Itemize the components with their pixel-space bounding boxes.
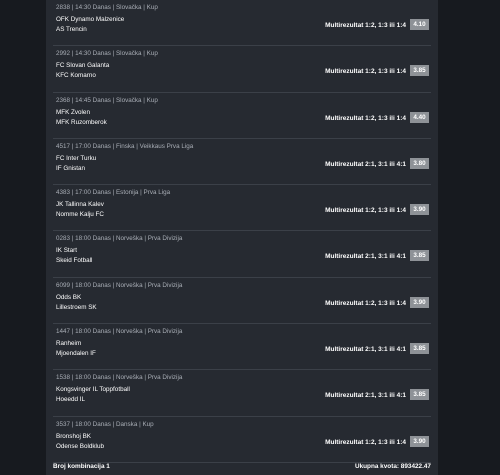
odd-badge[interactable]: 3.90 <box>410 204 429 216</box>
odd-badge[interactable]: 3.90 <box>410 435 429 447</box>
bet-type: Multirezultat 2:1, 3:1 ili 4:1 <box>325 392 406 400</box>
total-odds: Ukupna kvota: 893422.47 <box>354 463 431 470</box>
bet-type: Multirezultat 1:2, 1:3 ili 1:4 <box>325 438 406 446</box>
away-team: Odense Boldklub <box>56 442 104 450</box>
home-team: JK Tallinna Kalev <box>56 201 104 209</box>
bet-type: Multirezultat 1:2, 1:3 ili 1:4 <box>325 22 406 29</box>
home-team: MFK Zvolen <box>56 108 90 116</box>
match-row[interactable]: 3537 | 18:00 Danas | Danska | Kup Bronsho… <box>53 417 431 463</box>
match-meta: 2992 | 14:30 Danas | Slovačka | Kup <box>56 50 158 58</box>
odd-badge[interactable]: 3.85 <box>410 250 429 262</box>
match-meta: 2838 | 14:30 Danas | Slovačka | Kup <box>56 4 158 11</box>
bet-type: Multirezultat 1:2, 1:3 ili 1:4 <box>325 68 406 76</box>
match-meta: 4383 | 17:00 Danas | Estonija | Prva Lig… <box>56 189 171 197</box>
away-team: IF Gnistan <box>56 164 86 172</box>
away-team: KFC Komarno <box>56 72 96 80</box>
home-team: Ranheim <box>56 340 82 348</box>
match-row[interactable]: 0283 | 18:00 Danas | Norveška | Prva Div… <box>53 231 431 278</box>
match-meta: 1538 | 18:00 Danas | Norveška | Prva Div… <box>56 374 183 382</box>
match-row[interactable]: 6099 | 18:00 Danas | Norveška | Prva Div… <box>53 278 431 325</box>
away-team: AS Trencin <box>56 26 87 33</box>
bet-type: Multirezultat 1:2, 1:3 ili 1:4 <box>325 299 406 307</box>
match-row[interactable]: 1447 | 18:00 Danas | Norveška | Prva Div… <box>53 324 431 371</box>
bet-type: Multirezultat 2:1, 3:1 ili 4:1 <box>325 160 406 168</box>
home-team: FC Slovan Galanta <box>56 62 110 70</box>
ticket-panel: 2838 | 14:30 Danas | Slovačka | Kup OFK D… <box>46 0 438 475</box>
away-team: Nomme Kalju FC <box>56 211 104 219</box>
match-meta: 4517 | 17:00 Danas | Finska | Veikkaus P… <box>56 142 194 150</box>
match-meta: 0283 | 18:00 Danas | Norveška | Prva Div… <box>56 235 183 243</box>
away-team: Hoeedd IL <box>56 396 86 404</box>
match-meta: 1447 | 18:00 Danas | Norveška | Prva Div… <box>56 328 183 336</box>
home-team: IK Start <box>56 247 77 255</box>
home-team: Bronshoj BK <box>56 432 92 440</box>
odd-badge[interactable]: 3.85 <box>410 65 429 77</box>
match-row[interactable]: 2368 | 14:45 Danas | Slovačka | Kup MFK Z… <box>53 93 431 139</box>
away-team: Mjoendalen IF <box>56 350 96 358</box>
bet-type: Multirezultat 1:2, 1:3 ili 1:4 <box>325 114 406 122</box>
bet-type: Multirezultat 1:2, 1:3 ili 1:4 <box>325 207 406 215</box>
match-meta: 6099 | 18:00 Danas | Norveška | Prva Div… <box>56 281 183 289</box>
home-team: Kongsvinger IL Toppfotball <box>56 386 130 394</box>
home-team: OFK Dynamo Malzenice <box>56 16 125 23</box>
away-team: MFK Ruzomberok <box>56 118 107 126</box>
bet-type: Multirezultat 2:1, 3:1 ili 4:1 <box>325 346 406 354</box>
match-row[interactable]: 2838 | 14:30 Danas | Slovačka | Kup OFK D… <box>53 0 431 47</box>
match-row[interactable]: 1538 | 18:00 Danas | Norveška | Prva Div… <box>53 370 431 417</box>
ticket-footer: Broj kombinacija 1 Ukupna kvota: 893422.… <box>53 462 431 474</box>
match-meta: 3537 | 18:00 Danas | Danska | Kup <box>56 420 154 428</box>
away-team: Skeid Fotball <box>56 257 93 265</box>
match-row[interactable]: 4517 | 17:00 Danas | Finska | Veikkaus P… <box>53 139 431 186</box>
home-team: FC Inter Turku <box>56 154 97 162</box>
odd-badge[interactable]: 3.80 <box>410 157 429 169</box>
home-team: Odds BK <box>56 293 82 301</box>
match-row[interactable]: 2992 | 14:30 Danas | Slovačka | Kup FC Sl… <box>53 46 431 93</box>
odd-badge[interactable]: 3.85 <box>410 389 429 401</box>
combination-count: Broj kombinacija 1 <box>53 463 110 470</box>
odd-badge[interactable]: 4.40 <box>410 111 429 123</box>
match-meta: 2368 | 14:45 Danas | Slovačka | Kup <box>56 96 158 104</box>
match-row[interactable]: 4383 | 17:00 Danas | Estonija | Prva Lig… <box>53 185 431 232</box>
away-team: Lillestroem SK <box>56 303 97 311</box>
bet-type: Multirezultat 2:1, 3:1 ili 4:1 <box>325 253 406 261</box>
odd-badge[interactable]: 3.85 <box>410 343 429 355</box>
odd-badge[interactable]: 4.10 <box>410 19 429 30</box>
match-list: 2838 | 14:30 Danas | Slovačka | Kup OFK D… <box>53 0 431 463</box>
odd-badge[interactable]: 3.90 <box>410 296 429 308</box>
